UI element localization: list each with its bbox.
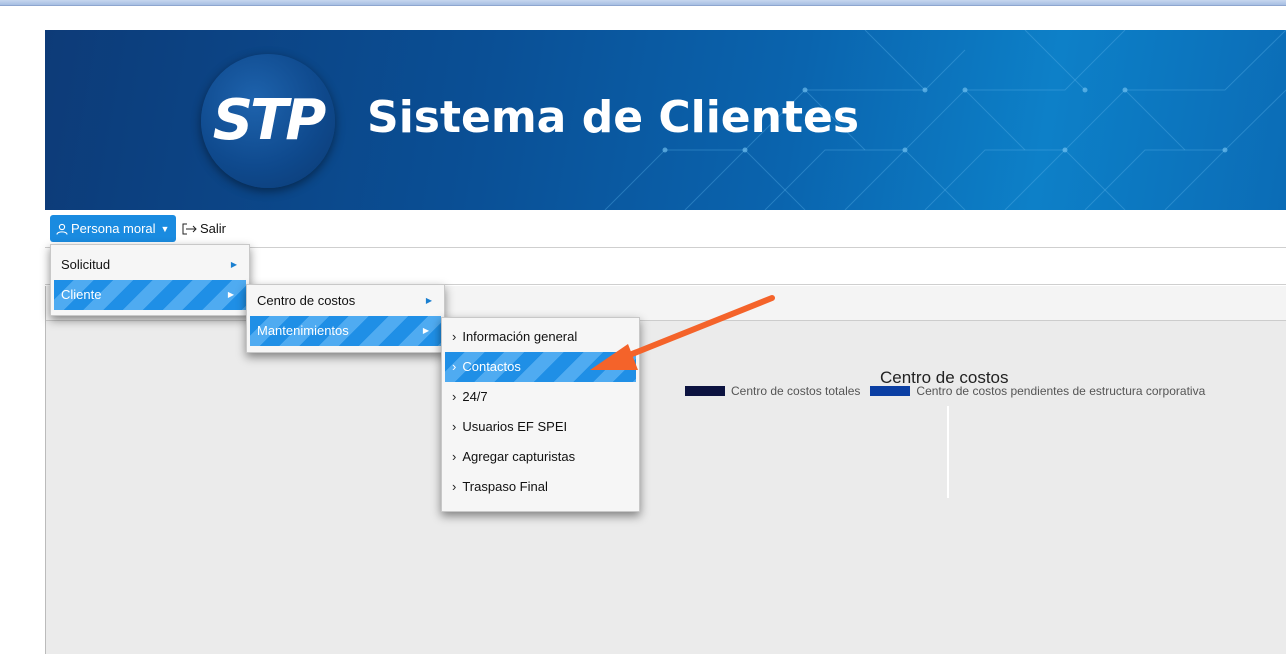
caret-right-icon: ▶ [422,326,429,335]
header-banner: STP Sistema de Clientes [45,30,1286,210]
menu-item-label: Mantenimientos [257,323,349,338]
menu-item-label: Información general [462,329,578,344]
legend-item-totales[interactable]: Centro de costos totales [685,384,860,398]
menu-item-informacion-general[interactable]: › Información general [442,322,639,352]
menu-item-solicitud[interactable]: Solicitud ▶ [51,250,249,280]
cliente-submenu: Centro de costos ▶ Mantenimientos ▶ [246,284,445,353]
chevron-right-icon: › [452,389,457,404]
logout-icon [182,223,197,234]
legend-label-totales: Centro de costos totales [731,384,861,398]
menu-item-label: Cliente [61,287,102,302]
menu-item-cliente[interactable]: Cliente ▶ [54,280,246,310]
menu-item-traspaso-final[interactable]: › Traspaso Final [442,472,639,502]
menu-item-label: Usuarios EF SPEI [462,419,568,434]
caret-down-icon: ▼ [160,223,170,234]
chevron-right-icon: › [452,329,457,344]
legend-swatch-pendientes [870,386,911,396]
menu-item-mantenimientos[interactable]: Mantenimientos ▶ [250,316,441,346]
menu-item-label: Solicitud [61,257,111,272]
legend-item-pendientes[interactable]: Centro de costos pendientes de estructur… [870,384,1205,398]
app-window: STP Sistema de Clientes Persona moral ▼ … [45,30,1286,654]
menu-item-usuarios-ef-spei[interactable]: › Usuarios EF SPEI [442,412,639,442]
browser-top-strip [0,0,1286,6]
caret-right-icon: ▶ [230,260,237,269]
menu-item-label: Agregar capturistas [462,449,576,464]
salir-label: Salir [200,221,227,236]
persona-moral-dropdown-button[interactable]: Persona moral ▼ [50,215,176,242]
persona-dropdown-menu: Solicitud ▶ Cliente ▶ [50,244,250,316]
top-navbar: Persona moral ▼ Salir [45,210,1286,248]
menu-item-contactos[interactable]: › Contactos [445,352,636,382]
chart-legend: Centro de costos totales Centro de costo… [685,384,1215,398]
chevron-right-icon: › [452,479,457,494]
menu-item-agregar-capturistas[interactable]: › Agregar capturistas [442,442,639,472]
user-icon [56,223,68,235]
caret-right-icon: ▶ [425,296,432,305]
stp-logo: STP [201,54,335,188]
caret-right-icon: ▶ [227,290,234,299]
menu-item-label: Contactos [462,359,521,374]
chevron-right-icon: › [452,419,457,434]
app-title: Sistema de Clientes [367,92,860,143]
main-content: Centro de costos Centro de costos totale… [45,286,1286,654]
chevron-right-icon: › [452,359,457,374]
menu-item-label: 24/7 [462,389,488,404]
chart-axis-line [947,406,949,498]
menu-item-24-7[interactable]: › 24/7 [442,382,639,412]
chevron-right-icon: › [452,449,457,464]
menu-item-centro-de-costos[interactable]: Centro de costos ▶ [247,286,444,316]
menu-item-label: Traspaso Final [462,479,548,494]
menu-item-label: Centro de costos [257,293,356,308]
mantenimientos-submenu: › Información general › Contactos › 24/7 › U… [441,317,640,512]
salir-button[interactable]: Salir [182,215,226,242]
persona-moral-label: Persona moral [71,221,156,236]
stp-logo-text: STP [212,88,327,153]
legend-swatch-totales [685,386,725,396]
legend-label-pendientes: Centro de costos pendientes de estructur… [916,384,1206,398]
